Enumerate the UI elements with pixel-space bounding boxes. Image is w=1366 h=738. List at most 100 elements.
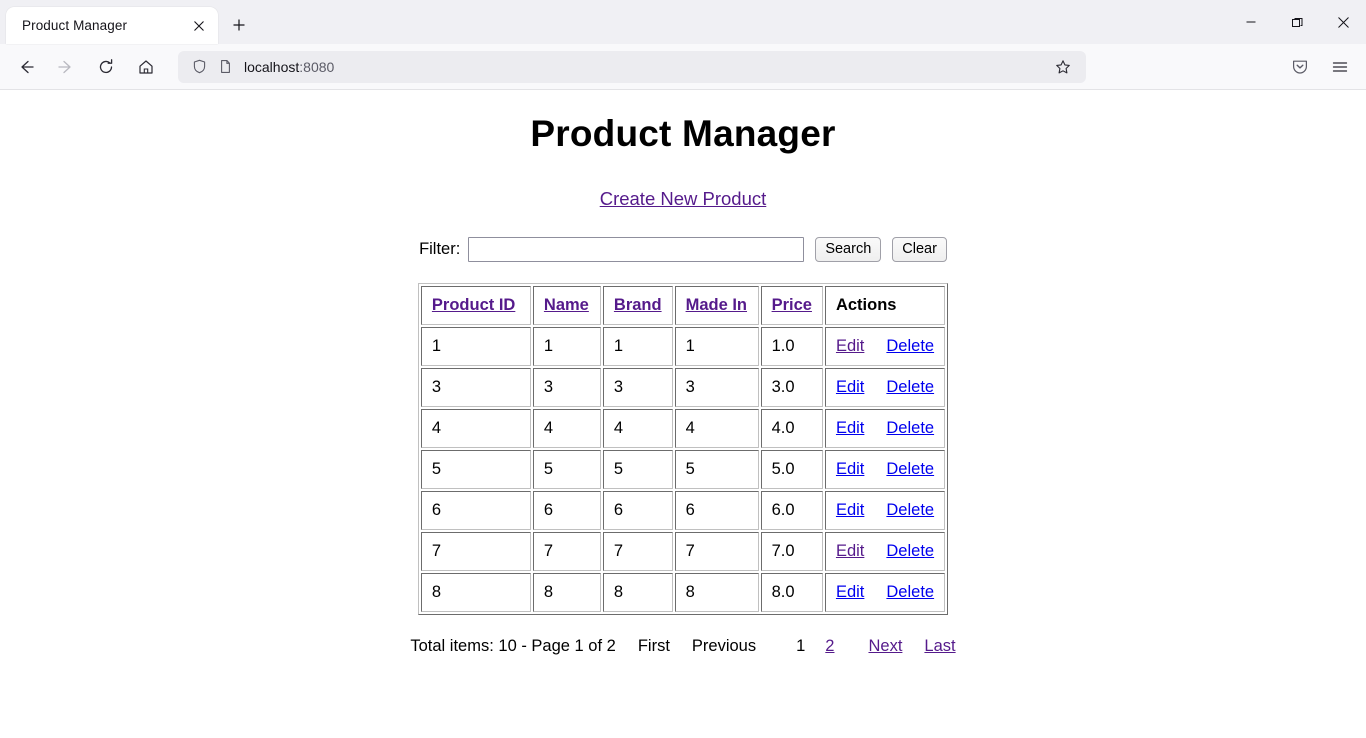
back-button[interactable] bbox=[9, 51, 43, 83]
column-header-price[interactable]: Price bbox=[760, 286, 823, 326]
cell-brand: 6 bbox=[602, 491, 673, 531]
pagination-summary: Total items: 10 - Page 1 of 2 bbox=[410, 637, 616, 656]
cell-actions: Edit Delete bbox=[824, 409, 946, 449]
edit-link[interactable]: Edit bbox=[836, 419, 864, 437]
cell-made-in: 5 bbox=[674, 450, 759, 490]
shield-icon[interactable] bbox=[186, 54, 212, 80]
page-viewport: Product Manager Create New Product Filte… bbox=[0, 90, 1366, 738]
url-text: localhost:8080 bbox=[244, 59, 1048, 75]
forward-button[interactable] bbox=[49, 51, 83, 83]
new-tab-button[interactable] bbox=[224, 10, 254, 40]
cell-made-in: 8 bbox=[674, 573, 759, 613]
search-button[interactable]: Search bbox=[815, 237, 882, 263]
cell-brand: 8 bbox=[602, 573, 673, 613]
title-bar: Product Manager bbox=[0, 0, 1366, 44]
clear-button[interactable]: Clear bbox=[892, 237, 947, 263]
sort-link-price[interactable]: Price bbox=[772, 296, 812, 314]
page-title: Product Manager bbox=[530, 113, 836, 154]
browser-window: Product Manager localhost:8080 Product M… bbox=[0, 0, 1366, 738]
pagination-first-disabled: First bbox=[637, 637, 670, 656]
table-row: 5 5 5 5 5.0 Edit Delete bbox=[420, 450, 946, 490]
url-bar[interactable]: localhost:8080 bbox=[178, 50, 1086, 83]
cell-actions: Edit Delete bbox=[824, 327, 946, 367]
cell-made-in: 3 bbox=[674, 368, 759, 408]
create-link-container: Create New Product bbox=[0, 188, 1366, 210]
cell-product-id: 5 bbox=[420, 450, 531, 490]
url-port: :8080 bbox=[299, 58, 335, 75]
delete-link[interactable]: Delete bbox=[886, 378, 934, 396]
sort-link-name[interactable]: Name bbox=[544, 296, 589, 314]
pagination-last-link[interactable]: Last bbox=[924, 637, 955, 656]
cell-actions: Edit Delete bbox=[824, 532, 946, 572]
filter-input[interactable] bbox=[468, 237, 805, 263]
cell-name: 5 bbox=[532, 450, 601, 490]
cell-name: 1 bbox=[532, 327, 601, 367]
edit-link[interactable]: Edit bbox=[836, 337, 864, 355]
edit-link[interactable]: Edit bbox=[836, 460, 864, 478]
cell-brand: 5 bbox=[602, 450, 673, 490]
navigation-toolbar: localhost:8080 bbox=[0, 44, 1366, 90]
sort-link-made-in[interactable]: Made In bbox=[686, 296, 747, 314]
sort-link-brand[interactable]: Brand bbox=[614, 296, 662, 314]
column-header-made-in[interactable]: Made In bbox=[674, 286, 759, 326]
url-host: localhost bbox=[244, 58, 300, 75]
edit-link[interactable]: Edit bbox=[836, 378, 864, 396]
sort-link-product-id[interactable]: Product ID bbox=[432, 296, 515, 314]
pagination-bar: Total items: 10 - Page 1 of 2 First Prev… bbox=[0, 637, 1366, 656]
toolbar-right-group bbox=[1280, 51, 1360, 83]
tab-strip: Product Manager bbox=[0, 0, 254, 44]
table-row: 1 1 1 1 1.0 Edit Delete bbox=[420, 327, 946, 367]
column-header-name[interactable]: Name bbox=[532, 286, 601, 326]
products-table: Product ID Name Brand Made In Price Acti… bbox=[417, 283, 949, 616]
cell-name: 7 bbox=[532, 532, 601, 572]
cell-brand: 7 bbox=[602, 532, 673, 572]
cell-product-id: 7 bbox=[420, 532, 531, 572]
product-manager-page: Product Manager Create New Product Filte… bbox=[0, 90, 1366, 656]
pocket-save-icon[interactable] bbox=[1283, 51, 1317, 83]
column-header-brand[interactable]: Brand bbox=[602, 286, 673, 326]
delete-link[interactable]: Delete bbox=[886, 460, 934, 478]
cell-name: 8 bbox=[532, 573, 601, 613]
cell-made-in: 6 bbox=[674, 491, 759, 531]
edit-link[interactable]: Edit bbox=[836, 501, 864, 519]
delete-link[interactable]: Delete bbox=[886, 419, 934, 437]
table-row: 6 6 6 6 6.0 Edit Delete bbox=[420, 491, 946, 531]
column-header-actions: Actions bbox=[824, 286, 946, 326]
cell-made-in: 7 bbox=[674, 532, 759, 572]
cell-actions: Edit Delete bbox=[824, 450, 946, 490]
edit-link[interactable]: Edit bbox=[836, 542, 864, 560]
pagination-next-link[interactable]: Next bbox=[868, 637, 902, 656]
cell-price: 5.0 bbox=[760, 450, 823, 490]
cell-product-id: 8 bbox=[420, 573, 531, 613]
tab-close-icon[interactable] bbox=[188, 15, 210, 37]
delete-link[interactable]: Delete bbox=[886, 583, 934, 601]
filter-label: Filter: bbox=[419, 240, 461, 259]
delete-link[interactable]: Delete bbox=[886, 337, 934, 355]
bookmark-star-icon[interactable] bbox=[1048, 53, 1078, 81]
cell-name: 4 bbox=[532, 409, 601, 449]
products-table-container: Product ID Name Brand Made In Price Acti… bbox=[0, 283, 1366, 616]
page-info-icon[interactable] bbox=[212, 54, 238, 80]
delete-link[interactable]: Delete bbox=[886, 501, 934, 519]
cell-price: 8.0 bbox=[760, 573, 823, 613]
browser-tab-product-manager[interactable]: Product Manager bbox=[6, 7, 218, 44]
minimize-button[interactable] bbox=[1228, 0, 1274, 44]
table-body: 1 1 1 1 1.0 Edit Delete 3 3 3 3 3.0 Edit Delete 4 4 4 4 4.… bbox=[420, 327, 946, 613]
delete-link[interactable]: Delete bbox=[886, 542, 934, 560]
reload-button[interactable] bbox=[89, 51, 123, 83]
column-header-product-id[interactable]: Product ID bbox=[420, 286, 531, 326]
create-new-product-link[interactable]: Create New Product bbox=[600, 188, 767, 209]
cell-product-id: 3 bbox=[420, 368, 531, 408]
cell-actions: Edit Delete bbox=[824, 491, 946, 531]
edit-link[interactable]: Edit bbox=[836, 583, 864, 601]
table-header-row: Product ID Name Brand Made In Price Acti… bbox=[420, 286, 946, 326]
cell-price: 3.0 bbox=[760, 368, 823, 408]
pagination-page-2-link[interactable]: 2 bbox=[825, 637, 834, 656]
cell-name: 3 bbox=[532, 368, 601, 408]
home-button[interactable] bbox=[129, 51, 163, 83]
close-button[interactable] bbox=[1320, 0, 1366, 44]
hamburger-menu-icon[interactable] bbox=[1323, 51, 1357, 83]
restore-button[interactable] bbox=[1274, 0, 1320, 44]
table-row: 4 4 4 4 4.0 Edit Delete bbox=[420, 409, 946, 449]
window-controls bbox=[1228, 0, 1366, 44]
